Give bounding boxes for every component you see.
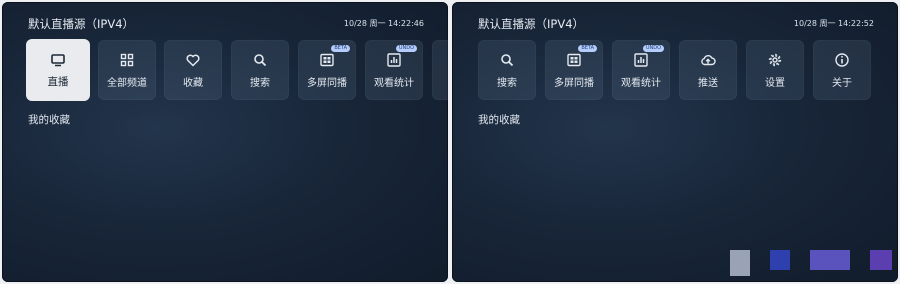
tile-search[interactable]: 搜索: [231, 40, 289, 100]
source-title: 默认直播源（IPV4）: [28, 17, 135, 31]
tile-label: 搜索: [250, 77, 270, 89]
tile-push[interactable]: 推送: [679, 40, 737, 100]
color-swatch-violet: [870, 250, 892, 270]
cloud-upload-icon: [701, 54, 716, 65]
stats-icon: [387, 52, 401, 67]
tile-live[interactable]: 直播: [26, 39, 90, 101]
right-screen-panel: 默认直播源（IPV4） 10/28 周一 14:22:52 搜索 BETA 多屏…: [452, 2, 898, 282]
tile-label: 推送: [698, 77, 718, 89]
tile-label: 多屏同播: [554, 77, 594, 89]
tile-about[interactable]: 关于: [813, 40, 871, 100]
heart-icon: [186, 54, 200, 66]
section-favorites-label: 我的收藏: [478, 114, 520, 126]
color-swatch-blue: [770, 250, 790, 270]
tile-stats[interactable]: UNDO 观看统计: [612, 40, 670, 100]
tile-label: 观看统计: [621, 77, 661, 89]
tile-all-channels[interactable]: 全部频道: [98, 40, 156, 100]
left-screen-panel: 默认直播源（IPV4） 10/28 周一 14:22:46 直播 全部频道 收藏…: [2, 2, 448, 282]
beta-badge: BETA: [331, 45, 350, 52]
tv-icon: [51, 53, 65, 66]
datetime: 10/28 周一 14:22:52: [793, 19, 874, 28]
search-icon: [501, 53, 514, 66]
multiscreen-icon: [567, 53, 581, 66]
search-icon: [254, 53, 267, 66]
tile-label: 观看统计: [374, 77, 414, 89]
tile-label: 搜索: [497, 77, 517, 89]
gear-icon: [768, 53, 782, 66]
source-title: 默认直播源（IPV4）: [478, 17, 585, 31]
tile-settings[interactable]: 设置: [746, 40, 804, 100]
beta-badge: BETA: [578, 45, 597, 52]
menu-tile-row: 直播 全部频道 收藏 搜索 BETA 多屏同播 UNDO 观看统计: [2, 39, 448, 102]
menu-tile-row: 搜索 BETA 多屏同播 UNDO 观看统计 推送 设置 关于: [452, 40, 898, 102]
tile-label: 设置: [765, 77, 785, 89]
tile-multiscreen[interactable]: BETA 多屏同播: [545, 40, 603, 100]
color-swatch-indigo: [810, 250, 850, 270]
datetime: 10/28 周一 14:22:46: [343, 19, 424, 28]
tile-label: 多屏同播: [307, 77, 347, 89]
tile-partial-next[interactable]: [432, 40, 448, 100]
undo-badge: UNDO: [395, 45, 417, 52]
tile-multiscreen[interactable]: BETA 多屏同播: [298, 40, 356, 100]
tile-search[interactable]: 搜索: [478, 40, 536, 100]
multiscreen-icon: [320, 53, 334, 66]
color-swatch-gray: [730, 250, 750, 276]
tile-favorites[interactable]: 收藏: [164, 40, 222, 100]
stats-icon: [634, 52, 648, 67]
tile-label: 全部频道: [107, 77, 147, 89]
info-icon: [835, 52, 849, 67]
tile-label: 收藏: [183, 77, 203, 89]
section-favorites-label: 我的收藏: [28, 114, 70, 126]
tile-label: 关于: [832, 77, 852, 89]
grid-icon: [120, 53, 134, 66]
undo-badge: UNDO: [642, 45, 664, 52]
tile-label: 直播: [47, 75, 69, 88]
tile-stats[interactable]: UNDO 观看统计: [365, 40, 423, 100]
